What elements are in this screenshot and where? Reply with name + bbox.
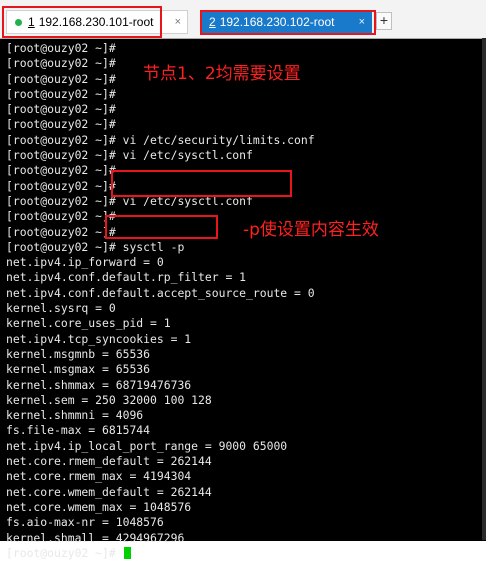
terminal-line: [root@ouzy02 ~]# vi /etc/security/limits… bbox=[6, 132, 315, 147]
annotation-note-both-nodes: 节点1、2均需要设置 bbox=[143, 64, 301, 84]
terminal-line: kernel.shmmni = 4096 bbox=[6, 408, 144, 423]
terminal-line: [root@ouzy02 ~]# bbox=[6, 41, 116, 55]
terminal-line: kernel.msgmax = 65536 bbox=[6, 362, 151, 377]
terminal-line: kernel.shmmax = 68719476736 bbox=[6, 377, 192, 392]
highlight-box-tab1 bbox=[2, 6, 162, 38]
terminal-line: net.core.rmem_max = 4194304 bbox=[6, 469, 192, 484]
cursor-block bbox=[123, 546, 131, 559]
terminal-line: kernel.shmall = 4294967296 bbox=[6, 530, 185, 545]
highlight-box-sysctl-command bbox=[105, 215, 218, 239]
terminal-line: net.ipv4.ip_forward = 0 bbox=[6, 255, 164, 270]
terminal-line: kernel.core_uses_pid = 1 bbox=[6, 316, 171, 331]
terminal-line: kernel.sem = 250 32000 100 128 bbox=[6, 392, 212, 407]
terminal-line: net.ipv4.conf.default.rp_filter = 1 bbox=[6, 270, 247, 285]
terminal-line: net.ipv4.ip_local_port_range = 9000 6500… bbox=[6, 438, 288, 453]
new-tab-button[interactable]: + bbox=[376, 12, 392, 30]
terminal-line: kernel.sysrq = 0 bbox=[6, 301, 116, 316]
terminal-line: fs.file-max = 6815744 bbox=[6, 423, 151, 438]
terminal-line: net.ipv4.tcp_syncookies = 1 bbox=[6, 331, 192, 346]
terminal-line: [root@ouzy02 ~]# vi /etc/sysctl.conf bbox=[6, 148, 253, 163]
annotation-note-sysctl-p: -p使设置内容生效 bbox=[243, 220, 379, 240]
terminal-line: fs.aio-max-nr = 1048576 bbox=[6, 515, 164, 530]
highlight-box-tab2 bbox=[200, 10, 376, 35]
close-tab-icon[interactable]: × bbox=[175, 16, 181, 28]
terminal-prompt-line: [root@ouzy02 ~]# bbox=[6, 546, 315, 561]
prompt-text: [root@ouzy02 ~]# bbox=[6, 545, 123, 560]
terminal-line: [root@ouzy02 ~]# bbox=[6, 117, 116, 132]
terminal-line: [root@ouzy02 ~]# bbox=[6, 102, 116, 117]
terminal-output[interactable]: [root@ouzy02 ~]# [root@ouzy02 ~]# [root@ou… bbox=[0, 38, 486, 560]
terminal-line: net.core.wmem_default = 262144 bbox=[6, 484, 212, 499]
terminal-line: net.core.rmem_default = 262144 bbox=[6, 454, 212, 469]
terminal-lines: [root@ouzy02 ~]# [root@ouzy02 ~]# [root@ou… bbox=[6, 41, 315, 561]
terminal-line: [root@ouzy02 ~]# sysctl -p bbox=[6, 239, 185, 254]
terminal-line: net.core.wmem_max = 1048576 bbox=[6, 499, 192, 514]
terminal-line: kernel.msgmnb = 65536 bbox=[6, 346, 151, 361]
terminal-scrollbar[interactable] bbox=[482, 38, 486, 540]
terminal-line: [root@ouzy02 ~]# bbox=[6, 86, 116, 101]
terminal-line: net.ipv4.conf.default.accept_source_rout… bbox=[6, 285, 315, 300]
highlight-box-vi-command bbox=[111, 170, 292, 197]
